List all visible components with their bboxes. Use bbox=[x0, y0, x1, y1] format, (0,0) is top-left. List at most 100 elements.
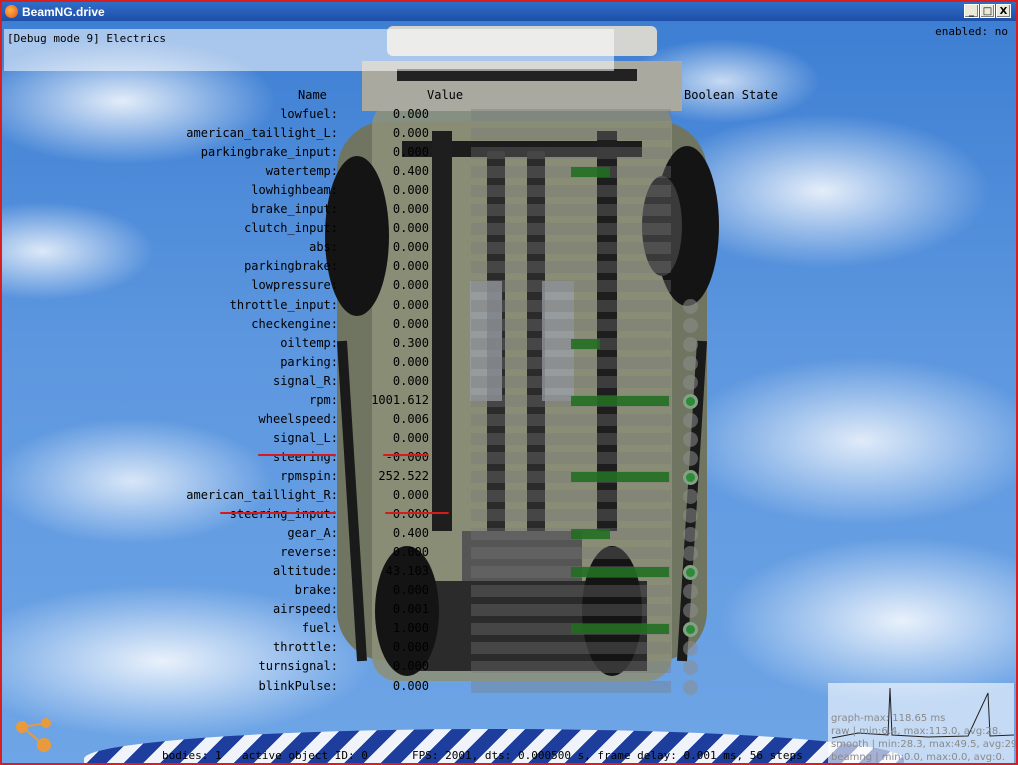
table-row: american_taillight_L: 0.000 bbox=[2, 126, 1002, 145]
signal-name: abs: bbox=[309, 240, 338, 255]
value-bar bbox=[571, 338, 601, 349]
boolean-state-indicator bbox=[683, 622, 698, 638]
signal-name: parking: bbox=[280, 354, 338, 369]
boolean-state-indicator bbox=[683, 355, 698, 371]
signal-value: 0.000 bbox=[392, 221, 429, 236]
table-row: lowhighbeam: 0.000 bbox=[2, 183, 1002, 202]
signal-name: parkingbrake_input: bbox=[200, 145, 338, 160]
title-bar[interactable]: BeamNG.drive _ □ X bbox=[2, 2, 1016, 21]
beamng-logo-icon bbox=[16, 718, 51, 752]
table-row: fuel: 1.000 bbox=[2, 621, 1002, 640]
signal-name: throttle: bbox=[272, 640, 338, 655]
value-bar-track bbox=[471, 204, 671, 217]
annotation-underline-steering-value bbox=[383, 454, 429, 456]
signal-name: american_taillight_L: bbox=[186, 126, 338, 141]
boolean-state-indicator bbox=[683, 565, 698, 581]
signal-name: signal_R: bbox=[272, 373, 338, 388]
value-bar-track bbox=[471, 128, 671, 141]
value-column-header: Value bbox=[427, 88, 464, 102]
signal-value: 0.000 bbox=[392, 316, 429, 331]
signal-value: 0.000 bbox=[392, 202, 429, 217]
boolean-state-indicator bbox=[683, 317, 698, 333]
table-row: clutch_input: 0.000 bbox=[2, 221, 1002, 240]
boolean-state-indicator bbox=[683, 431, 698, 447]
signal-name: watertemp: bbox=[265, 164, 338, 179]
signal-name: rpm: bbox=[309, 392, 338, 407]
value-bar-track bbox=[471, 242, 671, 255]
signal-value: 0.000 bbox=[392, 640, 429, 655]
table-row: gear_A: 0.400 bbox=[2, 526, 1002, 545]
table-row: throttle_input: 0.000 bbox=[2, 298, 1002, 317]
value-bar bbox=[571, 624, 669, 635]
signal-name: brake_input: bbox=[251, 202, 338, 217]
table-row: altitude: 43.103 bbox=[2, 564, 1002, 583]
signal-value: 0.000 bbox=[392, 107, 429, 121]
signal-value: 0.000 bbox=[392, 354, 429, 369]
value-bar-track bbox=[471, 109, 671, 121]
signal-name: clutch_input: bbox=[244, 221, 338, 236]
signal-value: 0.001 bbox=[392, 602, 429, 617]
signal-value: 0.000 bbox=[392, 430, 429, 445]
close-button[interactable]: X bbox=[996, 4, 1011, 18]
signal-name: throttle_input: bbox=[229, 297, 338, 312]
signal-value: 0.000 bbox=[392, 183, 429, 198]
signal-value: 252.522 bbox=[378, 468, 429, 483]
3d-viewport[interactable]: [Debug mode 9] Electrics enabled: no Nam… bbox=[2, 21, 1016, 763]
signal-name: lowpressure: bbox=[251, 278, 338, 293]
window-title: BeamNG.drive bbox=[22, 5, 105, 19]
value-bar-track bbox=[471, 432, 671, 445]
beamng-app-icon bbox=[5, 5, 18, 18]
signal-value: 0.000 bbox=[392, 488, 429, 502]
signal-name: steering_input: bbox=[229, 507, 338, 522]
signal-name: steering: bbox=[272, 449, 338, 464]
active-object-id: active object ID: 0 bbox=[242, 749, 368, 762]
signal-name: gear_A: bbox=[287, 526, 338, 541]
value-bar-track bbox=[471, 185, 671, 198]
table-row: american_taillight_R: 0.000 bbox=[2, 488, 1002, 507]
signal-name: checkengine: bbox=[251, 316, 338, 331]
signal-value: 0.000 bbox=[392, 278, 429, 293]
boolean-column-header: Boolean State bbox=[684, 88, 778, 102]
boolean-state-indicator bbox=[683, 584, 698, 600]
value-bar-track bbox=[471, 280, 671, 293]
table-row: throttle: 0.000 bbox=[2, 640, 1002, 659]
table-row: steering_input: 0.000 bbox=[2, 507, 1002, 526]
signal-value: 0.000 bbox=[392, 259, 429, 274]
value-bar bbox=[571, 167, 611, 178]
signal-value: 0.000 bbox=[392, 297, 429, 312]
table-row: signal_R: 0.000 bbox=[2, 374, 1002, 393]
table-row: lowpressure: 0.000 bbox=[2, 278, 1002, 297]
table-row: parkingbrake_input: 0.000 bbox=[2, 145, 1002, 164]
annotation-underline-steering-input bbox=[220, 512, 336, 514]
table-row: watertemp: 0.400 bbox=[2, 164, 1002, 183]
table-row: signal_L: 0.000 bbox=[2, 431, 1002, 450]
graph-raw-label: raw | min:6.4, max:113.0, avg:28. bbox=[831, 726, 1002, 737]
game-window: BeamNG.drive _ □ X [Debug mode 9] Electr… bbox=[0, 0, 1018, 765]
minimize-button[interactable]: _ bbox=[964, 4, 979, 18]
table-row: lowfuel: 0.000 bbox=[2, 107, 1002, 126]
value-bar-track bbox=[471, 375, 671, 388]
boolean-state-indicator bbox=[683, 508, 698, 524]
boolean-state-indicator bbox=[683, 546, 698, 562]
value-bar-track bbox=[471, 451, 671, 464]
signal-name: lowfuel: bbox=[280, 107, 338, 121]
value-bar-track bbox=[471, 490, 671, 502]
signal-value: 43.103 bbox=[385, 564, 429, 579]
value-bar-track bbox=[471, 547, 671, 560]
table-row: steering: -0.000 bbox=[2, 450, 1002, 469]
signal-value: 0.000 bbox=[392, 507, 429, 522]
signal-name: fuel: bbox=[301, 621, 338, 636]
maximize-button[interactable]: □ bbox=[980, 4, 995, 18]
boolean-state-indicator bbox=[683, 412, 698, 428]
value-bar-track bbox=[471, 585, 671, 598]
boolean-state-indicator bbox=[683, 641, 698, 657]
table-row: checkengine: 0.000 bbox=[2, 317, 1002, 336]
status-bar: bodies: 1 active object ID: 0 FPS: 2001,… bbox=[2, 749, 1016, 763]
boolean-state-indicator bbox=[683, 527, 698, 543]
table-row: airspeed: 0.001 bbox=[2, 602, 1002, 621]
table-row: wheelspeed: 0.006 bbox=[2, 412, 1002, 431]
value-bar bbox=[571, 567, 669, 578]
value-bar-track bbox=[471, 604, 671, 617]
boolean-state-indicator bbox=[683, 679, 698, 695]
table-row: reverse: 0.000 bbox=[2, 545, 1002, 564]
